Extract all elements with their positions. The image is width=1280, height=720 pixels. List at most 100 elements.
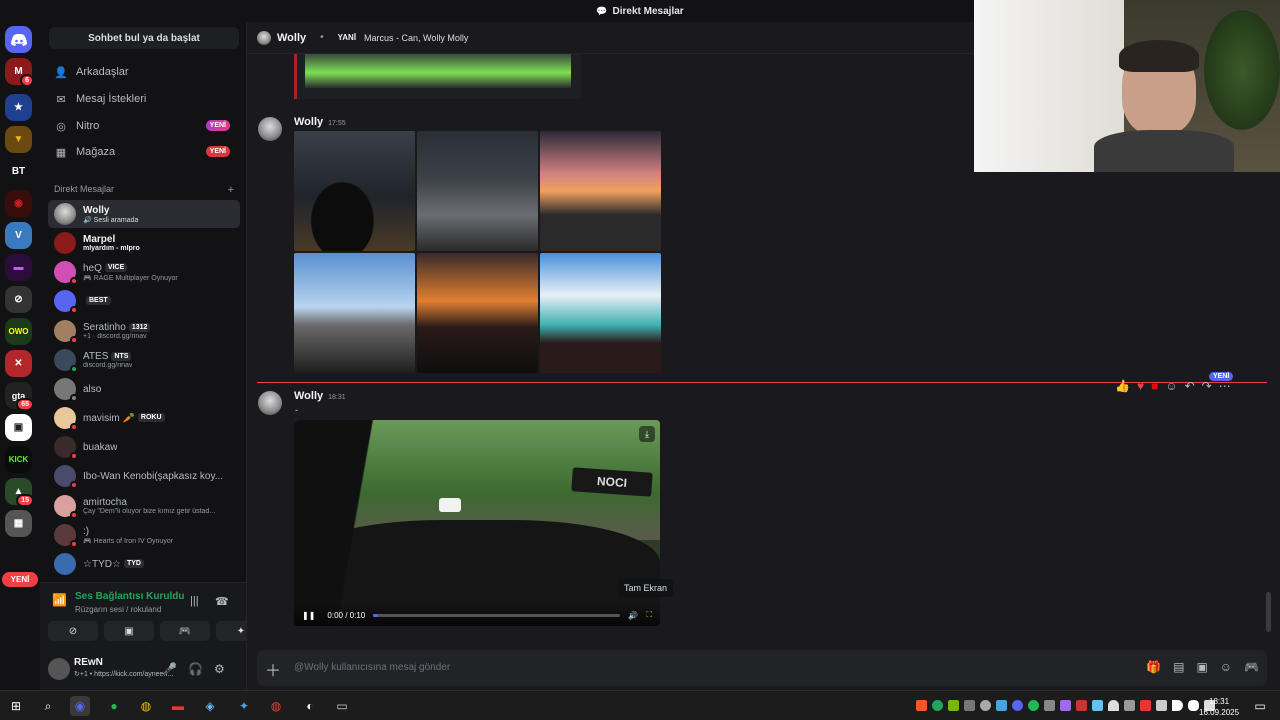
gif-icon[interactable]: ▤: [1173, 660, 1184, 674]
server-red[interactable]: ◉: [5, 190, 32, 217]
dm-item-best[interactable]: BEST: [48, 287, 240, 315]
tray-keyboard-icon[interactable]: [1156, 700, 1167, 711]
more-icon[interactable]: ⋯: [1219, 379, 1231, 393]
server-v[interactable]: V: [5, 222, 32, 249]
sticker-icon[interactable]: ▣: [1196, 660, 1207, 674]
tray-monitor-icon[interactable]: [996, 700, 1007, 711]
taskbar-app-window[interactable]: ▭: [332, 696, 352, 716]
nav-friends[interactable]: 👤 Arkadaşlar: [48, 60, 240, 84]
volume-icon[interactable]: 🔊: [628, 611, 638, 620]
server-purple[interactable]: ▬: [5, 254, 32, 281]
download-icon[interactable]: ⤓: [639, 426, 655, 442]
add-dm-icon[interactable]: +: [228, 184, 234, 196]
gift-icon[interactable]: 🎁: [1146, 660, 1161, 674]
gallery-image[interactable]: [294, 131, 415, 251]
message-input[interactable]: @Wolly kullanıcısına mesaj gönder: [294, 662, 450, 673]
dm-item-amirtocha[interactable]: amirtocha Çay "Dem"li oluyor bize kımız …: [48, 492, 240, 520]
tray-wifi-icon[interactable]: [1108, 700, 1119, 711]
microphone-icon[interactable]: 🎤: [162, 662, 177, 676]
voice-status[interactable]: Ses Bağlantısı Kuruldu: [75, 591, 184, 602]
server-circle[interactable]: ⊘: [5, 286, 32, 313]
message-avatar[interactable]: [258, 391, 282, 415]
user-avatar[interactable]: [48, 658, 70, 680]
dm-item-tyd[interactable]: ☆TYD☆ TYD: [48, 550, 240, 578]
server-gta[interactable]: gta 65: [5, 382, 34, 411]
thumbs-up-icon[interactable]: 👍: [1115, 379, 1130, 393]
activity-button[interactable]: 🎮: [160, 621, 210, 641]
emoji-icon[interactable]: ☺: [1220, 660, 1232, 674]
camera-off-button[interactable]: ⊘: [48, 621, 98, 641]
dm-item-seratinho[interactable]: Seratinho 1312 +1 · discord.gg/rinav: [48, 317, 240, 345]
home-button[interactable]: [5, 26, 32, 53]
channel-name[interactable]: Wolly: [277, 32, 306, 44]
tray-shield-icon[interactable]: [1044, 700, 1055, 711]
video-progress-track[interactable]: [373, 613, 621, 617]
apps-gamepad-icon[interactable]: 🎮: [1244, 660, 1259, 674]
server-x[interactable]: ✕: [5, 350, 32, 377]
server-m[interactable]: M 6: [5, 58, 34, 87]
taskbar-discord[interactable]: ◉: [70, 696, 90, 716]
tray-brave-icon[interactable]: [916, 700, 927, 711]
message-author[interactable]: Wolly 18:31: [294, 390, 346, 402]
upload-plus-icon[interactable]: ＋: [265, 657, 281, 681]
gallery-image[interactable]: [417, 131, 538, 251]
fullscreen-icon[interactable]: ⛶: [646, 610, 652, 620]
dm-item-ibo[interactable]: Ibo-Wan Kenobi(şapkasız koy...: [48, 462, 240, 490]
nav-shop[interactable]: ▦ Mağaza YENİ: [48, 140, 240, 164]
headphones-icon[interactable]: 🎧: [188, 662, 203, 676]
dm-item-ates[interactable]: ATES NTS discord.gg/rinav: [48, 346, 240, 374]
server-bt[interactable]: BT: [5, 158, 32, 185]
tray-app-icon[interactable]: [964, 700, 975, 711]
settings-gear-icon[interactable]: ⚙: [214, 662, 225, 676]
new-servers-pill[interactable]: YENİ: [2, 572, 38, 587]
server-star[interactable]: ★: [5, 94, 32, 121]
server-green[interactable]: ▲ 15: [5, 478, 34, 507]
previous-image[interactable]: [294, 54, 581, 99]
tray-green-icon[interactable]: [932, 700, 943, 711]
forward-icon[interactable]: ↷: [1202, 379, 1212, 393]
dm-item-wolly[interactable]: Wolly 🔊 Sesli aramada: [48, 200, 240, 228]
taskbar-chrome-2[interactable]: ◍: [266, 696, 286, 716]
taskbar-clock[interactable]: 18:31 16.09.2025: [1199, 696, 1239, 718]
server-cat[interactable]: ▦: [5, 510, 32, 537]
taskbar-game[interactable]: ▬: [168, 696, 188, 716]
heart-icon[interactable]: ♥: [1137, 379, 1144, 393]
server-valorant[interactable]: ▼: [5, 126, 32, 153]
dm-item-smile[interactable]: :) 🎮 Hearts of Iron IV Oynuyor: [48, 521, 240, 549]
search-taskbar-button[interactable]: ⌕: [38, 696, 58, 716]
tray-red-icon[interactable]: [1076, 700, 1087, 711]
taskbar-spotify[interactable]: ●: [104, 696, 124, 716]
reply-icon[interactable]: ↶: [1185, 379, 1195, 393]
taskbar-app-blue[interactable]: ✦: [234, 696, 254, 716]
group-members[interactable]: Marcus - Can, Wolly Molly: [364, 33, 468, 43]
message-avatar[interactable]: [258, 117, 282, 141]
tray-app2-icon[interactable]: [1124, 700, 1135, 711]
dm-item-marpel[interactable]: Marpel mİyardım - mİpro: [48, 229, 240, 257]
dm-item-also[interactable]: also: [48, 375, 240, 403]
dm-item-buakaw[interactable]: buakaw: [48, 433, 240, 461]
gallery-image[interactable]: [294, 253, 415, 373]
scrollbar[interactable]: [1266, 592, 1271, 632]
message-author[interactable]: Wolly 17:55: [294, 116, 346, 128]
voice-channel[interactable]: Rüzgarın sesi / rokuland: [75, 605, 161, 614]
turkey-flag-icon[interactable]: ■: [1151, 379, 1158, 393]
tray-volume-icon[interactable]: [1172, 700, 1183, 711]
taskbar-chrome[interactable]: ◍: [136, 696, 156, 716]
dm-item-heq[interactable]: heQ VICE 🎮 RAGE Multiplayer Oynuyor: [48, 258, 240, 286]
tray-record-icon[interactable]: [1140, 700, 1151, 711]
tray-steam-icon[interactable]: [1092, 700, 1103, 711]
notification-button[interactable]: ▭: [1250, 696, 1270, 716]
pause-icon[interactable]: ❚❚: [302, 611, 315, 620]
tray-nvidia-icon[interactable]: [948, 700, 959, 711]
gallery-image[interactable]: [417, 253, 538, 373]
soundboard-icon[interactable]: |||: [190, 595, 199, 607]
search-button[interactable]: Sohbet bul ya da başlat: [49, 27, 239, 49]
tray-discord-icon[interactable]: [1012, 700, 1023, 711]
user-name[interactable]: REwN: [74, 657, 103, 668]
tray-mic-icon[interactable]: [1188, 700, 1199, 711]
add-reaction-icon[interactable]: ☺: [1165, 379, 1177, 393]
tray-cloud-icon[interactable]: [980, 700, 991, 711]
disconnect-icon[interactable]: ☎: [215, 595, 229, 608]
screen-share-button[interactable]: ▣: [104, 621, 154, 641]
server-avatar[interactable]: ▣: [5, 414, 32, 441]
